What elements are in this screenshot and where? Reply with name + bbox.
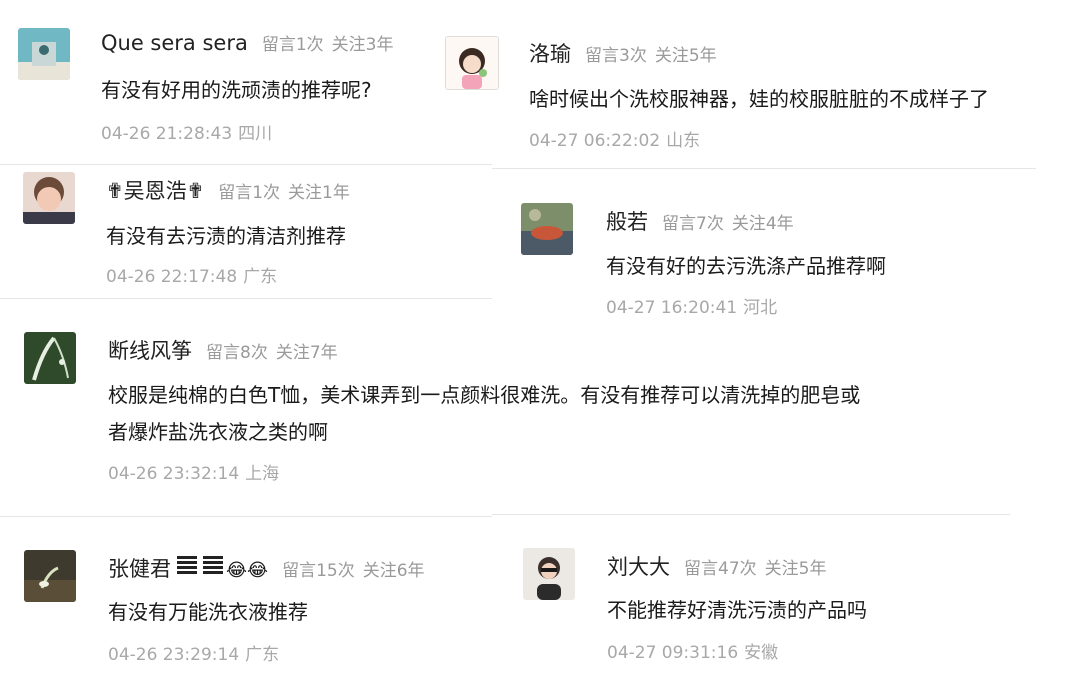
- divider: [0, 164, 492, 165]
- divider: [0, 298, 492, 299]
- follow-duration: 关注5年: [654, 46, 717, 66]
- comment-text: 有没有好的去污洗涤产品推荐啊: [606, 254, 886, 278]
- time: 04-27 16:20:41: [606, 298, 738, 318]
- message-count: 留言1次: [261, 35, 324, 55]
- message-count: 留言47次: [684, 559, 757, 579]
- avatar[interactable]: [521, 203, 573, 255]
- user-stats: 留言3次 关注5年: [585, 41, 717, 66]
- location: 河北: [743, 298, 778, 318]
- time: 04-26 23:29:14: [108, 645, 240, 665]
- comment-text: 啥时候出个洗校服神器，娃的校服脏脏的不成样子了: [529, 87, 989, 111]
- user-info: 断线风筝 留言8次 关注7年: [108, 335, 338, 365]
- message-count: 留言8次: [206, 343, 268, 363]
- timestamp: 04-26 21:28:43 四川: [101, 119, 272, 144]
- location: 山东: [666, 131, 701, 151]
- user-info: 刘大大 留言47次 关注5年: [607, 551, 826, 581]
- avatar[interactable]: [523, 548, 575, 600]
- time: 04-26 23:32:14: [108, 464, 240, 484]
- avatar[interactable]: [18, 28, 70, 80]
- username[interactable]: Que sera sera: [101, 31, 248, 55]
- avatar[interactable]: [24, 550, 76, 602]
- comment-text: 有没有去污渍的清洁剂推荐: [106, 224, 346, 248]
- time: 04-27 06:22:02: [529, 131, 661, 151]
- username[interactable]: 洛瑜: [529, 38, 571, 68]
- timestamp: 04-27 06:22:02 山东: [529, 126, 700, 151]
- time: 04-27 09:31:16: [607, 643, 739, 663]
- comment-text-line-2: 者爆炸盐洗衣液之类的啊: [108, 420, 328, 444]
- username[interactable]: 断线风筝: [108, 335, 192, 365]
- user-info: 张健君 😂😂 留言15次 关注6年: [108, 553, 425, 583]
- message-count: 留言7次: [662, 214, 724, 234]
- message-count: 留言15次: [282, 561, 355, 581]
- location: 四川: [238, 124, 273, 144]
- divider: [0, 516, 492, 517]
- avatar[interactable]: [24, 332, 76, 384]
- comment-text-line-1: 校服是纯棉的白色T恤，美术课弄到一点颜料很难洗。有没有推荐可以清洗掉的肥皂或: [108, 383, 861, 407]
- divider: [492, 514, 1010, 515]
- time: 04-26 21:28:43: [101, 124, 233, 144]
- location: 安徽: [744, 643, 779, 663]
- avatar[interactable]: [23, 172, 75, 224]
- timestamp: 04-26 23:29:14 广东: [108, 640, 279, 665]
- user-info: ✟吴恩浩✟ 留言1次 关注1年: [106, 175, 350, 205]
- user-info: Que sera sera 留言1次 关注3年: [101, 30, 394, 55]
- follow-duration: 关注4年: [731, 214, 794, 234]
- user-stats: 留言47次 关注5年: [684, 554, 826, 579]
- comment-text: 有没有万能洗衣液推荐: [108, 600, 308, 624]
- comment-text: 有没有好用的洗顽渍的推荐呢?: [101, 78, 372, 102]
- user-stats: 留言1次 关注1年: [218, 178, 350, 203]
- user-info: 洛瑜 留言3次 关注5年: [529, 38, 717, 68]
- divider: [492, 168, 1036, 169]
- user-stats: 留言7次 关注4年: [662, 209, 794, 234]
- emoji-laugh: 😂😂: [226, 560, 269, 581]
- location: 广东: [245, 645, 280, 665]
- username[interactable]: ✟吴恩浩✟: [106, 175, 204, 205]
- avatar[interactable]: [445, 36, 499, 90]
- user-info: 般若 留言7次 关注4年: [606, 206, 794, 236]
- user-stats: 留言15次 关注6年: [282, 556, 424, 581]
- time: 04-26 22:17:48: [106, 267, 238, 287]
- timestamp: 04-27 16:20:41 河北: [606, 293, 777, 318]
- username[interactable]: 般若: [606, 206, 648, 236]
- timestamp: 04-26 22:17:48 广东: [106, 262, 277, 287]
- user-stats: 留言8次 关注7年: [206, 338, 338, 363]
- location: 广东: [243, 267, 278, 287]
- timestamp: 04-27 09:31:16 安徽: [607, 638, 778, 663]
- comment-text: 不能推荐好清洗污渍的产品吗: [607, 598, 867, 622]
- timestamp: 04-26 23:32:14 上海: [108, 459, 279, 484]
- message-count: 留言1次: [218, 183, 281, 203]
- message-count: 留言3次: [585, 46, 647, 66]
- follow-duration: 关注1年: [288, 183, 350, 203]
- follow-duration: 关注3年: [331, 35, 394, 55]
- user-stats: 留言1次 关注3年: [262, 30, 394, 55]
- bars-symbol: [203, 556, 223, 576]
- follow-duration: 关注5年: [764, 559, 827, 579]
- username[interactable]: 刘大大: [607, 551, 670, 581]
- bars-symbol: [177, 556, 197, 576]
- username[interactable]: 张健君: [108, 553, 171, 583]
- location: 上海: [245, 464, 280, 484]
- follow-duration: 关注6年: [362, 561, 425, 581]
- follow-duration: 关注7年: [275, 343, 338, 363]
